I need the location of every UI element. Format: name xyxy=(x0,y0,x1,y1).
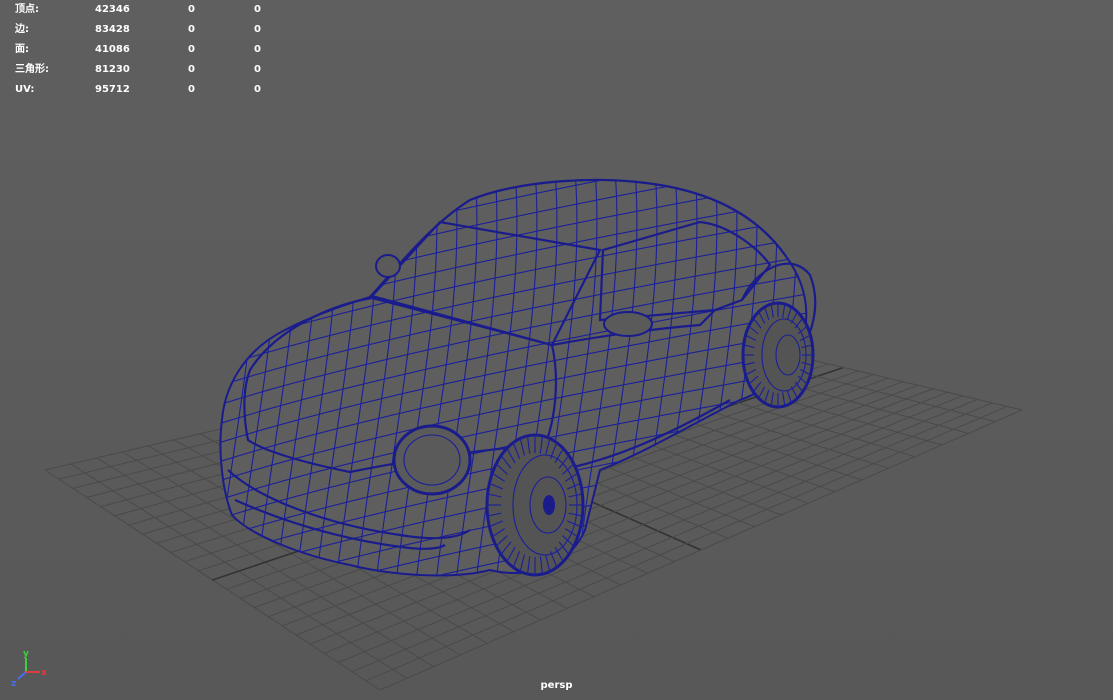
gizmo-y-label: y xyxy=(23,649,29,659)
mesh-edge xyxy=(220,180,238,576)
scene-canvas[interactable]: y x z xyxy=(0,0,1113,700)
side-mirror-left xyxy=(375,254,401,278)
gizmo-z-axis xyxy=(17,671,27,680)
side-mirror-right xyxy=(603,311,653,337)
gizmo-x-label: x xyxy=(41,668,47,678)
viewport-persp[interactable]: 顶点: 42346 0 0 边: 83428 0 0 面: 41086 0 0 … xyxy=(0,0,1113,700)
headlight xyxy=(392,424,472,496)
camera-name-label: persp xyxy=(540,680,573,691)
car-model[interactable] xyxy=(175,100,830,639)
